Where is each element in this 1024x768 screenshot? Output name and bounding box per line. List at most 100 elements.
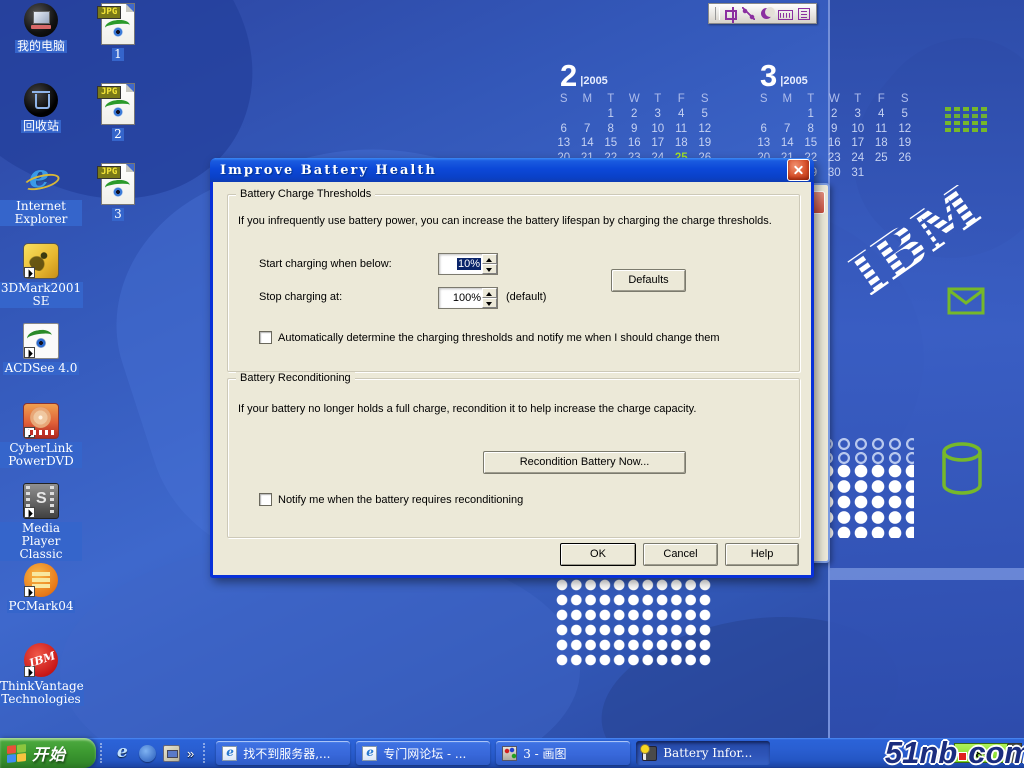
- desktop-icon-pcmark[interactable]: PCMark04: [7, 563, 76, 641]
- calendar-day: 26: [893, 151, 917, 166]
- spin-down-icon[interactable]: [482, 298, 497, 308]
- desktop-icon-mpc[interactable]: Media Player Classic: [0, 483, 82, 561]
- taskbar: 开始 » 找不到服务器,... 专门网论坛 - ...3 - 画图 Battery …: [0, 738, 1024, 768]
- calendar-weekday-header: W: [623, 92, 647, 107]
- ime-punctuation-icon[interactable]: [760, 7, 773, 20]
- spin-up-icon[interactable]: [482, 254, 497, 264]
- calendar-day: [752, 107, 776, 122]
- desktop-file-jpg-2[interactable]: JPG 2: [101, 83, 135, 161]
- desktop-icon-label: 2: [112, 128, 124, 141]
- notify-reconditioning-checkbox-label[interactable]: Notify me when the battery requires reco…: [278, 494, 523, 506]
- calendar-day: [552, 107, 576, 122]
- spinner-value: 10%: [439, 258, 481, 270]
- envelope-icon: [947, 287, 985, 315]
- quicklaunch-internet-explorer-icon[interactable]: [115, 745, 132, 762]
- start-button[interactable]: 开始: [0, 738, 96, 768]
- battery-reconditioning-group: Battery Reconditioning If your battery n…: [227, 378, 800, 538]
- improve-battery-health-dialog: Improve Battery Health Battery Charge Th…: [210, 158, 814, 578]
- calendar-day: 14: [776, 136, 800, 151]
- calendar-day: 31: [846, 166, 870, 181]
- dialog-titlebar[interactable]: Improve Battery Health: [210, 158, 814, 182]
- auto-thresholds-checkbox-label[interactable]: Automatically determine the charging thr…: [278, 332, 719, 344]
- desktop-icon-recycle-bin[interactable]: 回收站: [21, 83, 61, 161]
- calendar-day: 2: [823, 107, 847, 122]
- spin-up-icon[interactable]: [482, 288, 497, 298]
- desktop-icon-my-computer[interactable]: 我的电脑: [15, 3, 67, 81]
- group-title: Battery Charge Thresholds: [236, 188, 375, 200]
- calendar-day: 5: [693, 107, 717, 122]
- calendar-day: 18: [670, 136, 694, 151]
- calendar-weekday-header: M: [576, 92, 600, 107]
- desktop-icons-column-2: JPG1JPG2JPG3: [86, 3, 150, 243]
- calendar-day: 14: [576, 136, 600, 151]
- desktop-icon-thinkvantage[interactable]: ThinkVantage Technologies: [0, 643, 84, 721]
- stop-charging-label: Stop charging at:: [259, 291, 342, 303]
- calendar-day: [870, 166, 894, 181]
- calendar-day: 12: [893, 122, 917, 137]
- taskbar-button-label: Battery Infor...: [663, 746, 752, 760]
- defaults-button[interactable]: Defaults: [611, 269, 686, 292]
- calendar-day: 9: [823, 122, 847, 137]
- spin-down-icon[interactable]: [482, 264, 497, 274]
- ie-page-icon: [222, 746, 237, 761]
- help-button[interactable]: Help: [725, 543, 799, 566]
- quick-launch-area: »: [110, 745, 199, 762]
- calendar-day: 8: [599, 122, 623, 137]
- calendar-day: 13: [752, 136, 776, 151]
- calendar-day: 16: [823, 136, 847, 151]
- stop-charging-spinner[interactable]: 100%: [438, 287, 498, 309]
- calendar-day: 15: [799, 136, 823, 151]
- paint-icon: [502, 746, 517, 761]
- powerdvd-icon: [23, 403, 59, 439]
- taskbar-button-label: 找不到服务器,...: [243, 745, 330, 762]
- calendar-day: 19: [693, 136, 717, 151]
- calendar-day: 9: [623, 122, 647, 137]
- taskbar-button[interactable]: 3 - 画图: [496, 741, 630, 765]
- ime-half-width-icon[interactable]: [742, 7, 755, 20]
- taskbar-button[interactable]: 找不到服务器,...: [216, 741, 350, 765]
- calendar-weekday-header: S: [693, 92, 717, 107]
- desktop-icon-label: PCMark04: [7, 600, 76, 613]
- recondition-battery-button[interactable]: Recondition Battery Now...: [483, 451, 686, 474]
- taskbar-button[interactable]: 专门网论坛 - ...: [356, 741, 490, 765]
- spinner-value: 100%: [439, 292, 481, 304]
- close-icon[interactable]: [787, 159, 810, 181]
- ime-soft-keyboard-icon[interactable]: [778, 10, 793, 20]
- quicklaunch-messenger-icon[interactable]: [139, 745, 156, 762]
- desktop-icon-internet-explorer[interactable]: Internet Explorer: [0, 163, 82, 241]
- desktop-icon-acdsee[interactable]: ACDSee 4.0: [3, 323, 80, 401]
- group-description: If your battery no longer holds a full c…: [238, 403, 791, 415]
- calendar-header: 3 |2005: [752, 56, 917, 89]
- svg-text:IBM: IBM: [839, 185, 992, 295]
- default-note: (default): [506, 291, 546, 303]
- filled-dots-pattern: [820, 464, 914, 538]
- taskbar-button[interactable]: Battery Infor...: [636, 741, 770, 765]
- quicklaunch-show-desktop-icon[interactable]: [163, 745, 180, 762]
- ime-menu-icon[interactable]: [798, 8, 810, 20]
- desktop-icon-mark3d[interactable]: 3DMark2001 SE: [0, 243, 83, 321]
- calendar-day: 25: [870, 151, 894, 166]
- shortcut-arrow-icon: [24, 586, 35, 597]
- calendar-day: 19: [893, 136, 917, 151]
- start-charging-spinner[interactable]: 10%: [438, 253, 498, 275]
- ok-button[interactable]: OK: [560, 543, 636, 566]
- desktop-icon-powerdvd[interactable]: CyberLink PowerDVD: [0, 403, 82, 481]
- acdsee-icon: [23, 323, 59, 359]
- notify-reconditioning-checkbox[interactable]: [259, 493, 272, 506]
- desktop-file-jpg-3[interactable]: JPG3: [101, 163, 135, 241]
- calendar-day: 12: [693, 122, 717, 137]
- auto-thresholds-checkbox[interactable]: [259, 331, 272, 344]
- shortcut-arrow-icon: [24, 347, 35, 358]
- cancel-button[interactable]: Cancel: [643, 543, 718, 566]
- system-tray: EN 58% 51nbcom: [909, 738, 1024, 768]
- calendar-day: 15: [599, 136, 623, 151]
- jpg-file-icon: JPG: [101, 83, 135, 125]
- ime-chinese-mode-icon[interactable]: [725, 10, 737, 20]
- calendar-weekday-header: S: [752, 92, 776, 107]
- group-description: If you infrequently use battery power, y…: [238, 215, 791, 227]
- jpg-badge: JPG: [97, 86, 121, 99]
- calendar-day: 7: [576, 122, 600, 137]
- quicklaunch-overflow-chevron[interactable]: »: [187, 746, 194, 761]
- desktop-file-jpg-1[interactable]: JPG1: [101, 3, 135, 81]
- ime-grip-handle[interactable]: [715, 7, 720, 20]
